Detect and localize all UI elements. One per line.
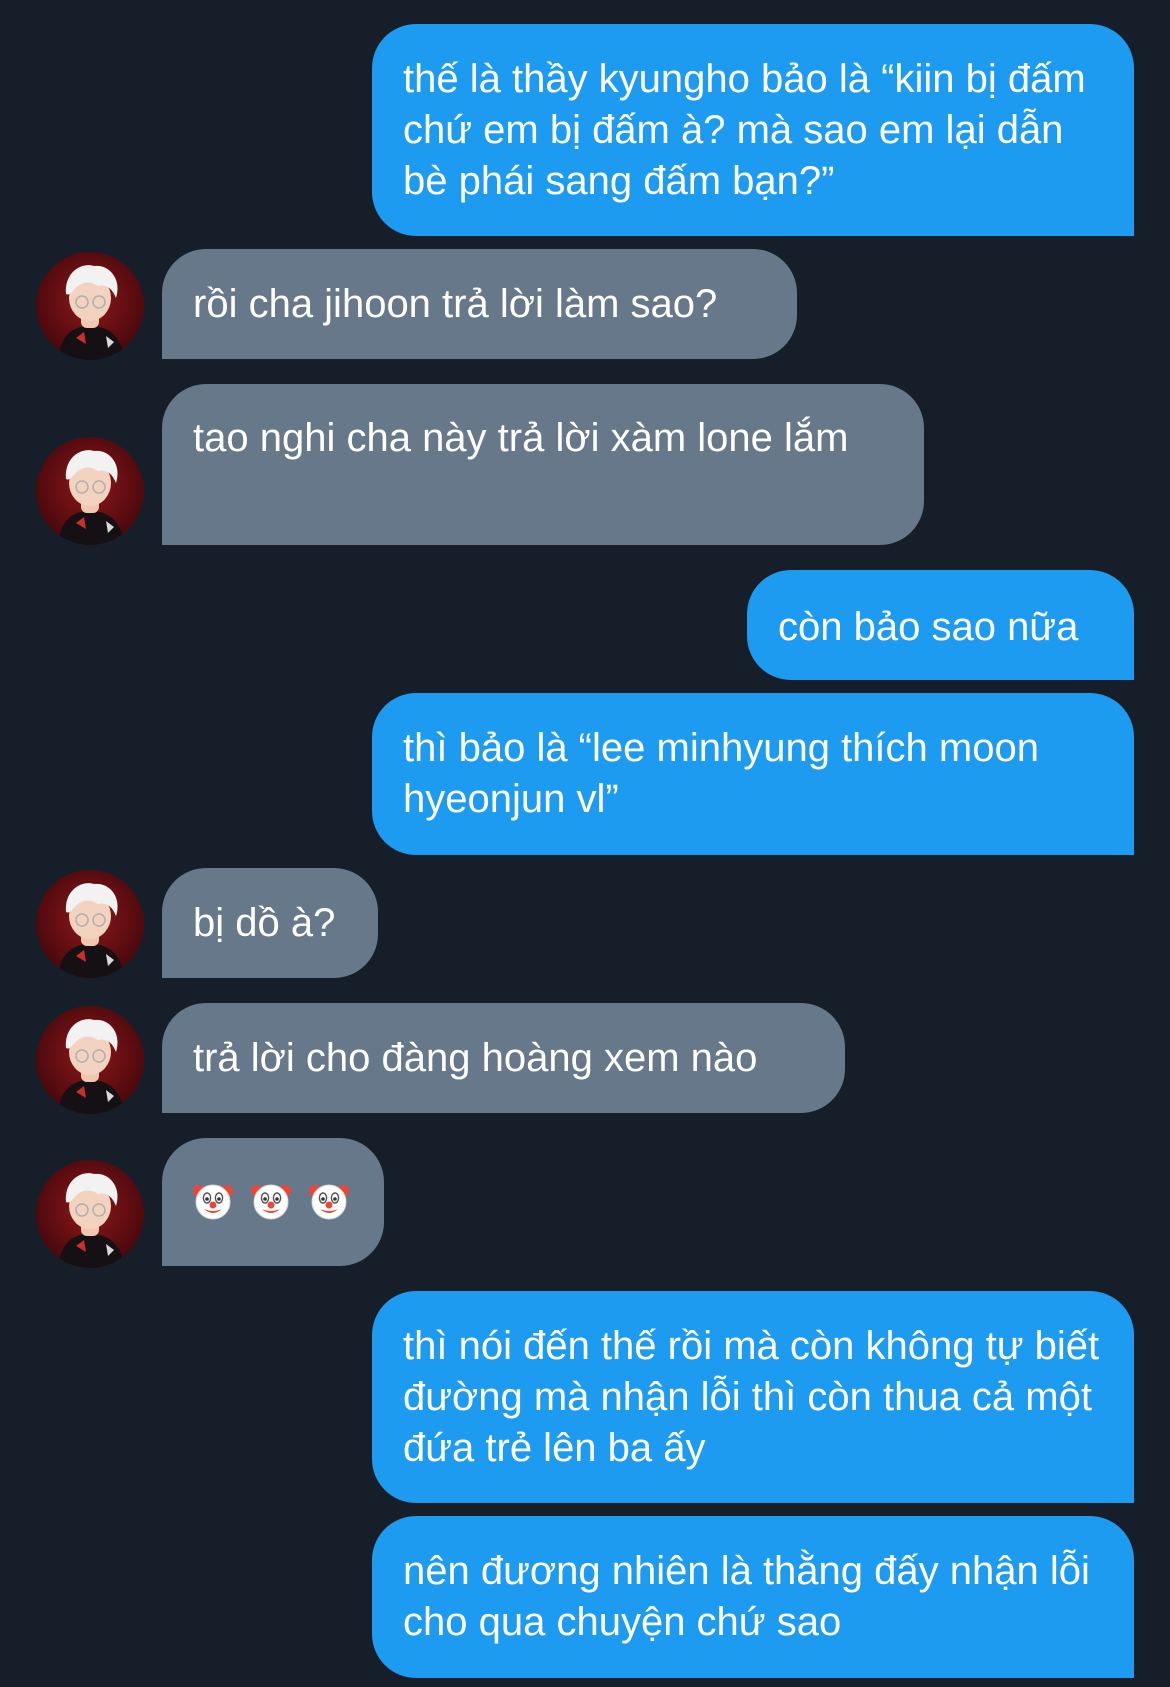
message-text: thế là thầy kyungho bảo là “kiin bị đấm … [403,57,1086,203]
message-bubble-incoming[interactable] [162,1138,384,1266]
avatar-photo-icon [58,1173,124,1268]
contact-avatar[interactable] [36,1160,144,1268]
message-text: rồi cha jihoon trả lời làm sao? [193,282,718,326]
message-text: bị dồ à? [193,901,336,945]
contact-avatar[interactable] [36,437,144,545]
message-text: nên đương nhiên là thằng đấy nhận lỗi ch… [403,1549,1090,1644]
avatar-photo-icon [58,1019,124,1114]
message-bubble-incoming[interactable]: trả lời cho đàng hoàng xem nào [162,1003,845,1113]
message-text: thì nói đến thế rồi mà còn không tự biết… [403,1324,1100,1470]
contact-avatar[interactable] [36,870,144,978]
conversation-thread: thế là thầy kyungho bảo là “kiin bị đấm … [0,0,1170,1687]
clown-face-icon [193,1184,233,1220]
message-bubble-incoming[interactable]: bị dồ à? [162,868,378,978]
contact-avatar[interactable] [36,252,144,360]
avatar-photo-icon [58,450,124,545]
message-bubble-outgoing[interactable]: thì bảo là “lee minhyung thích moon hyeo… [372,693,1134,855]
message-text: trả lời cho đàng hoàng xem nào [193,1036,758,1080]
avatar-photo-icon [58,265,124,360]
clown-face-icon [251,1184,291,1220]
message-bubble-incoming[interactable]: tao nghi cha này trả lời xàm lone lắm [162,384,924,545]
message-bubble-incoming[interactable]: rồi cha jihoon trả lời làm sao? [162,249,797,359]
message-bubble-outgoing[interactable]: nên đương nhiên là thằng đấy nhận lỗi ch… [372,1516,1134,1678]
contact-avatar[interactable] [36,1006,144,1114]
message-text: thì bảo là “lee minhyung thích moon hyeo… [403,726,1039,821]
message-text: tao nghi cha này trả lời xàm lone lắm [193,416,849,460]
message-text: còn bảo sao nữa [778,605,1079,649]
message-bubble-outgoing[interactable]: còn bảo sao nữa [747,570,1134,680]
message-bubble-outgoing[interactable]: thì nói đến thế rồi mà còn không tự biết… [372,1291,1134,1503]
clown-face-icon [309,1184,349,1220]
avatar-photo-icon [58,883,124,978]
emoji-row [193,1167,354,1221]
message-bubble-outgoing[interactable]: thế là thầy kyungho bảo là “kiin bị đấm … [372,24,1134,236]
